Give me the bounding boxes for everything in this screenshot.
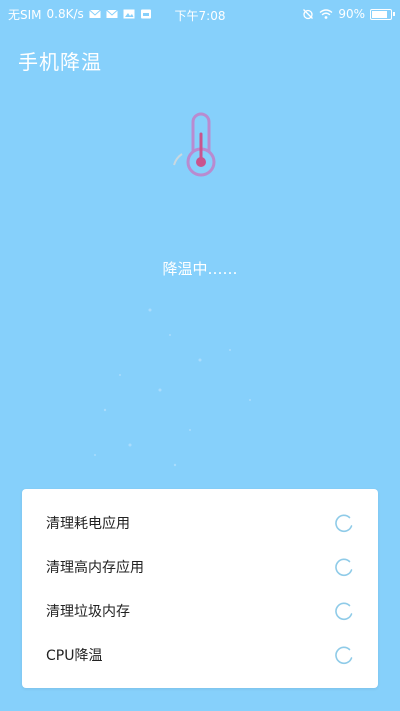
battery-icon [370,8,395,20]
task-item-junk-memory[interactable]: 清理垃圾内存 [22,589,378,633]
spinner-icon [335,514,353,533]
task-label: 清理耗电应用 [46,516,130,532]
spinner-icon [335,602,353,621]
task-label: CPU降温 [46,648,103,664]
task-label: 清理高内存应用 [46,560,144,576]
status-bar: 无SIM 0.8K/s 下午7:08 90% [0,0,400,28]
thermometer-icon [173,112,216,177]
spinner-icon [335,646,353,665]
task-item-memory-apps[interactable]: 清理高内存应用 [22,545,378,589]
page-title: 手机降温 [18,50,102,74]
task-item-cpu-cooling[interactable]: CPU降温 [22,633,378,677]
status-time: 下午7:08 [174,9,226,23]
cooling-status-text: 降温中…… [162,260,238,278]
task-list: 清理耗电应用 清理高内存应用 清理垃圾内存 CPU降温 [22,489,378,677]
task-item-power-apps[interactable]: 清理耗电应用 [22,501,378,545]
task-label: 清理垃圾内存 [46,604,130,620]
battery-level [372,10,388,18]
snow-particles [94,308,251,467]
spinner-icon [335,558,353,577]
cooling-task-card: 清理耗电应用 清理高内存应用 清理垃圾内存 CPU降温 [22,489,378,688]
